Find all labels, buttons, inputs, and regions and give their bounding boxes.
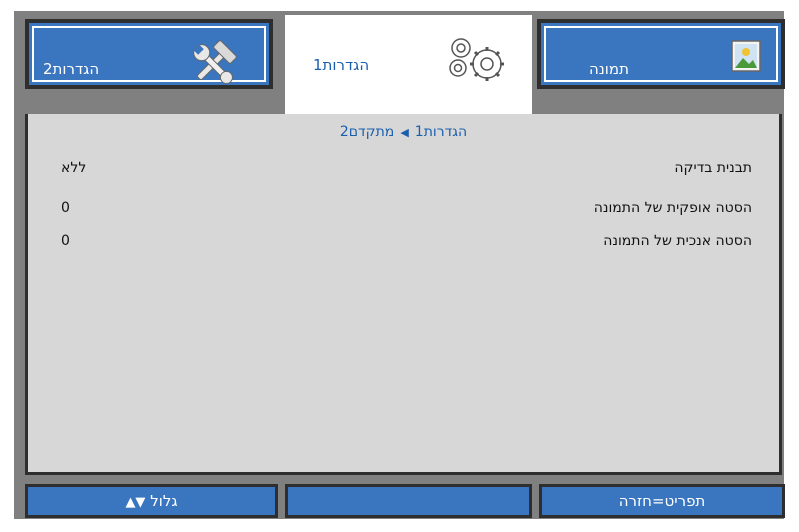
menu-back-button[interactable]: תפריט=חזרה <box>539 484 785 518</box>
tab-settings2-label: הגדרות2 <box>43 60 100 78</box>
setting-value[interactable]: ללא <box>61 160 86 176</box>
settings-panel: הגדרות1 ◀ מתקדם2 תבנית בדיקה ללא הסטה אופק… <box>25 114 782 475</box>
tab-image-label: תמונה <box>589 60 629 78</box>
breadcrumb: הגדרות1 ◀ מתקדם2 <box>28 124 779 140</box>
back-label: תפריט=חזרה <box>618 492 706 510</box>
tab-image[interactable]: תמונה <box>537 19 785 89</box>
tab-settings1[interactable]: הגדרות1 <box>285 15 532 115</box>
breadcrumb-current: מתקדם2 <box>339 124 395 140</box>
setting-row-h-image-shift[interactable]: הסטה אופקית של התמונה 0 <box>28 200 779 224</box>
tab-settings1-label: הגדרות1 <box>313 56 370 74</box>
setting-row-v-image-shift[interactable]: הסטה אנכית של התמונה 0 <box>28 233 779 257</box>
setting-row-test-pattern[interactable]: תבנית בדיקה ללא <box>28 160 779 184</box>
picture-icon <box>731 40 761 72</box>
setting-label: הסטה אנכית של התמונה <box>603 233 752 249</box>
scroll-label: גלול <box>150 492 178 510</box>
setting-label: הסטה אופקית של התמונה <box>593 200 752 216</box>
tab-settings2[interactable]: הגדרות2 <box>25 19 273 89</box>
footer-middle-button[interactable] <box>285 484 532 518</box>
tools-icon <box>193 40 237 84</box>
breadcrumb-arrow-icon: ◀ <box>400 126 409 139</box>
scroll-hint-button[interactable]: גלול ▼▲ <box>25 484 278 518</box>
setting-value[interactable]: 0 <box>61 200 70 216</box>
setting-value[interactable]: 0 <box>61 233 70 249</box>
setting-label: תבנית בדיקה <box>674 160 752 176</box>
breadcrumb-parent[interactable]: הגדרות1 <box>415 124 467 140</box>
gears-icon <box>449 38 504 81</box>
scroll-arrows-icon: ▼▲ <box>125 495 146 510</box>
